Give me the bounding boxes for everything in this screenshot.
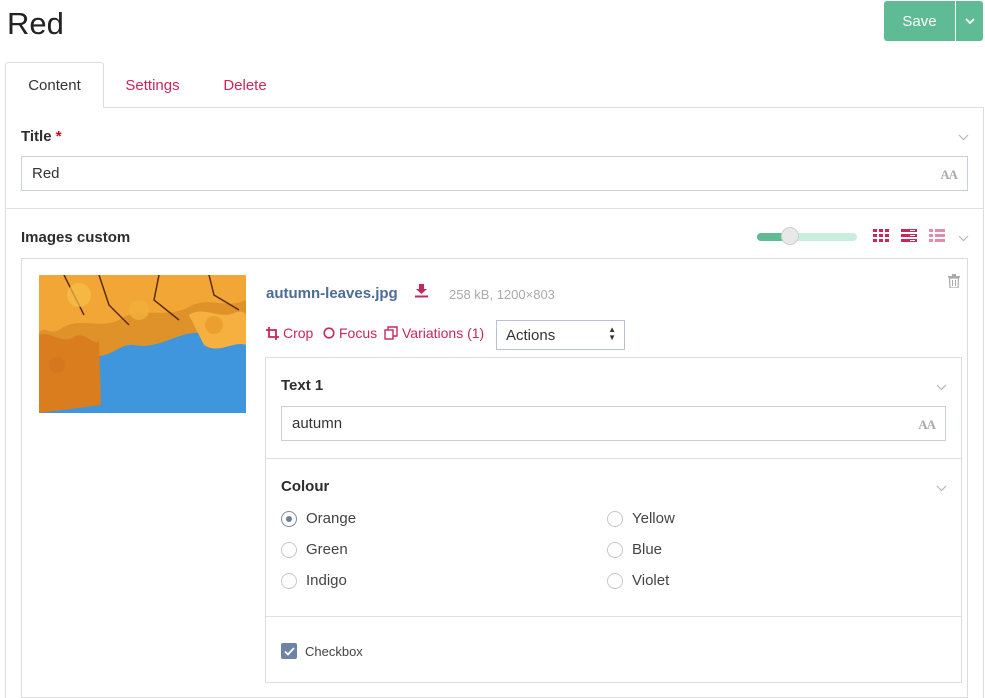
radio-green[interactable]: Green (281, 541, 348, 558)
file-name-link[interactable]: autumn-leaves.jpg (266, 285, 398, 302)
radio-button[interactable] (607, 510, 623, 527)
actions-select-value: Actions (506, 327, 556, 344)
radio-violet[interactable]: Violet (607, 572, 669, 589)
focus-label: Focus (339, 325, 378, 341)
checkbox-label: Checkbox (305, 643, 363, 659)
variations-icon (384, 326, 398, 340)
download-icon[interactable] (414, 283, 429, 298)
file-meta: 258 kB, 1200×803 (449, 287, 555, 302)
images-collapse-icon[interactable] (958, 233, 969, 245)
text1-collapse-icon[interactable] (936, 382, 947, 394)
text1-label: Text 1 (281, 377, 324, 394)
radio-yellow[interactable]: Yellow (607, 510, 675, 527)
radio-label: Blue (632, 541, 663, 558)
save-button-group: Save (884, 1, 983, 41)
tab-content[interactable]: Content (5, 62, 104, 108)
focus-button[interactable]: Focus (323, 325, 377, 341)
radio-orange[interactable]: Orange (281, 510, 356, 527)
focus-icon (323, 327, 335, 339)
title-collapse-icon[interactable] (958, 132, 969, 144)
tab-settings[interactable]: Settings (105, 62, 200, 108)
radio-label: Violet (632, 572, 670, 589)
save-button[interactable]: Save (884, 1, 955, 41)
required-mark: * (55, 128, 62, 145)
actions-select[interactable]: Actions ▲ ▼ (496, 320, 625, 350)
image-thumbnail[interactable] (39, 275, 246, 413)
title-label-text: Title (21, 128, 52, 145)
select-arrows-icon: ▲ ▼ (608, 325, 616, 342)
radio-label: Orange (306, 510, 357, 527)
radio-button[interactable] (281, 541, 297, 558)
checkbox-field[interactable]: Checkbox (281, 643, 363, 659)
grid-view-icon[interactable] (873, 229, 889, 243)
crop-label: Crop (283, 325, 314, 341)
variations-button[interactable]: Variations (1) (384, 325, 484, 341)
colour-label: Colour (281, 478, 330, 495)
thumbnail-size-slider[interactable] (757, 227, 857, 245)
radio-indigo[interactable]: Indigo (281, 572, 347, 589)
slider-handle[interactable] (781, 227, 799, 245)
text-format-icon: AA (940, 167, 958, 182)
divider (6, 208, 983, 209)
content-editor: Title * Red AA Images custom autumn-leav… (5, 107, 984, 698)
crop-button[interactable]: Crop (266, 325, 313, 341)
text1-input-value: autumn (292, 415, 343, 432)
variations-label: Variations (1) (402, 325, 485, 341)
radio-blue[interactable]: Blue (607, 541, 662, 558)
radio-button[interactable] (281, 572, 297, 589)
image-item: autumn-leaves.jpg 258 kB, 1200×803 Crop … (21, 258, 968, 698)
list-view-icon[interactable] (929, 229, 945, 243)
trash-icon[interactable] (948, 274, 960, 288)
detail-view-icon[interactable] (901, 229, 917, 243)
divider (266, 458, 961, 459)
check-icon (283, 646, 295, 656)
title-input-value: Red (32, 165, 60, 182)
page-title: Red (7, 6, 64, 41)
tab-delete[interactable]: Delete (205, 62, 285, 108)
text-format-icon: AA (918, 417, 936, 432)
title-label: Title * (21, 128, 62, 145)
radio-button[interactable] (607, 541, 623, 558)
chevron-down-icon (964, 17, 975, 24)
radio-label: Green (306, 541, 348, 558)
divider (266, 616, 961, 617)
crop-icon (266, 326, 279, 340)
colour-collapse-icon[interactable] (936, 483, 947, 495)
radio-button[interactable] (607, 572, 623, 589)
radio-button[interactable] (281, 510, 297, 527)
images-label: Images custom (21, 229, 131, 246)
radio-label: Indigo (306, 572, 347, 589)
nested-fields: Text 1 autumn AA Colour Orange Yellow Gr… (265, 357, 962, 683)
text1-input[interactable]: autumn AA (281, 406, 946, 441)
tab-bar: Content Settings Delete (5, 62, 985, 108)
save-options-button[interactable] (955, 1, 983, 41)
title-input[interactable]: Red AA (21, 156, 968, 191)
checkbox[interactable] (281, 643, 297, 659)
radio-label: Yellow (632, 510, 675, 527)
